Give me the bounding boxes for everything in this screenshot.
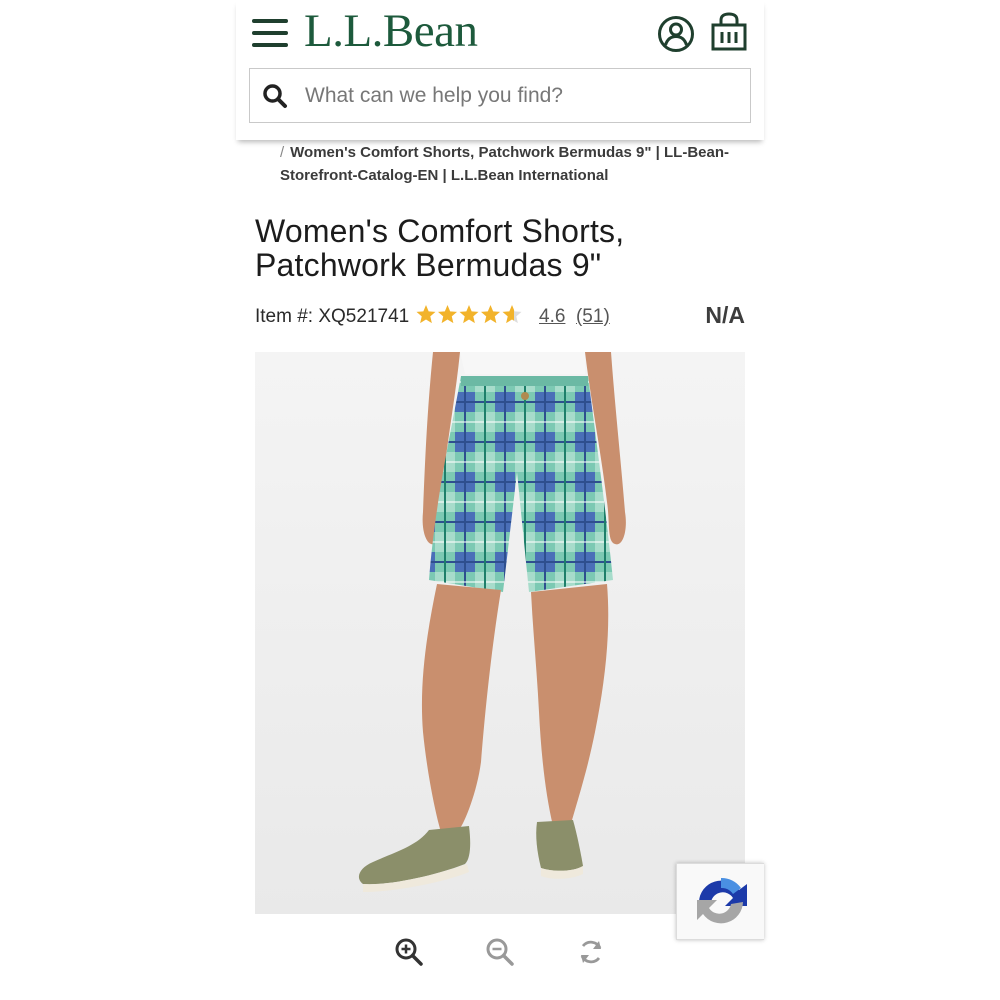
reviews-link[interactable]: 4.6 (51)	[539, 306, 610, 328]
menu-icon[interactable]	[252, 18, 288, 48]
recaptcha-icon	[697, 877, 747, 924]
rotate-icon[interactable]	[574, 935, 608, 969]
product-meta-row: Item #: XQ521741 4.6 (51) N/A	[255, 300, 745, 332]
rating-value: 4.6	[539, 306, 566, 327]
zoom-in-icon[interactable]	[392, 935, 426, 969]
search-icon[interactable]	[262, 83, 288, 109]
item-number: Item #: XQ521741	[255, 306, 410, 327]
breadcrumb-separator: /	[280, 144, 285, 161]
product-price: N/A	[705, 302, 745, 328]
rating-star-icon	[502, 305, 522, 324]
shopping-bag-icon[interactable]	[710, 12, 748, 52]
account-icon[interactable]	[657, 15, 695, 53]
search-bar[interactable]	[249, 68, 751, 123]
rating-count: (51)	[575, 306, 610, 327]
recaptcha-badge[interactable]	[676, 863, 764, 940]
site-logo[interactable]: L.L.Bean	[304, 2, 478, 60]
product-title: Women's Comfort Shorts, Patchwork Bermud…	[255, 213, 625, 283]
breadcrumb-current[interactable]: Women's Comfort Shorts, Patchwork Bermud…	[280, 144, 729, 184]
zoom-out-icon[interactable]	[483, 935, 517, 969]
rating-stars[interactable]	[416, 303, 522, 327]
rating-star-icon	[416, 305, 436, 324]
search-input[interactable]	[305, 69, 735, 122]
image-controls	[392, 935, 608, 969]
rating-star-icon	[459, 305, 479, 324]
breadcrumb: / Women's Comfort Shorts, Patchwork Bermu…	[280, 141, 730, 187]
rating-star-icon	[437, 305, 458, 324]
product-image[interactable]	[255, 352, 745, 914]
rating-star-icon	[480, 305, 501, 324]
